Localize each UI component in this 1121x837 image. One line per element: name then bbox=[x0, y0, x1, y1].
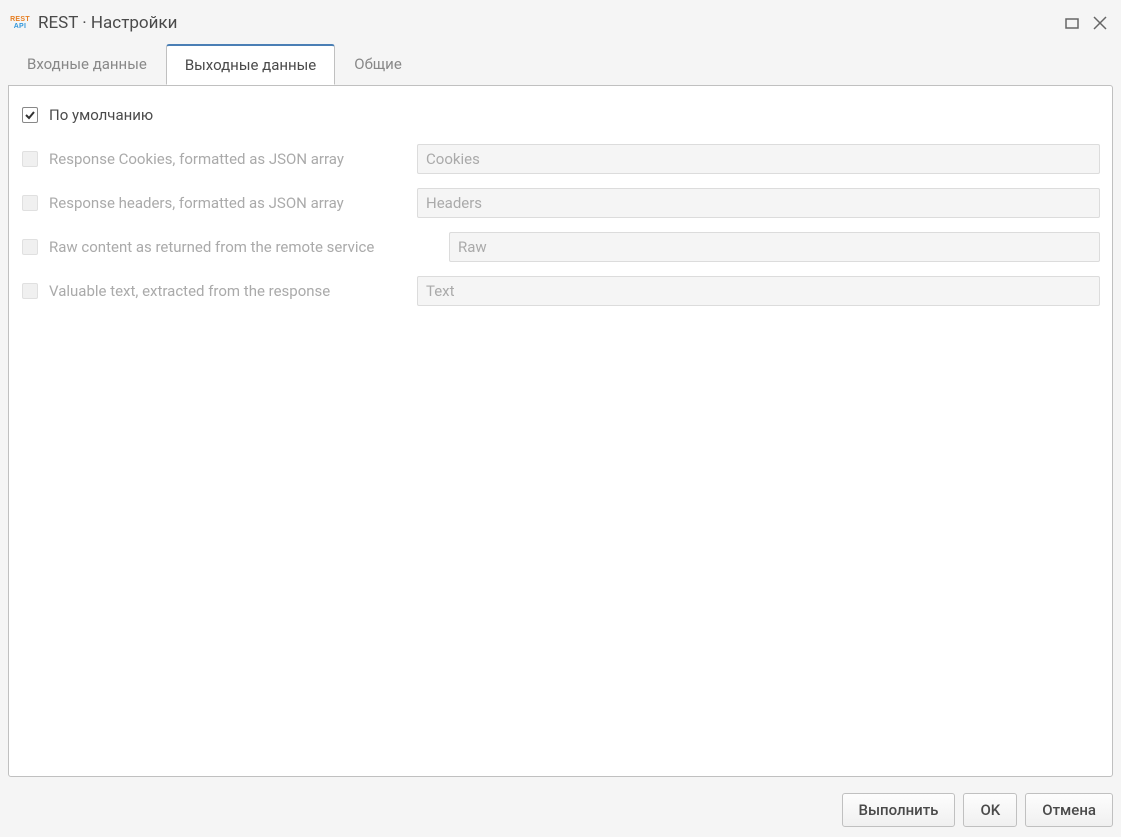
tab-general[interactable]: Общие bbox=[335, 44, 421, 85]
title-bar: REST API REST · Настройки bbox=[0, 0, 1121, 44]
ok-button[interactable]: OK bbox=[963, 793, 1017, 827]
close-icon[interactable] bbox=[1093, 16, 1107, 30]
default-checkbox[interactable] bbox=[22, 107, 38, 123]
rest-api-icon: REST API bbox=[10, 13, 30, 33]
tab-content: По умолчанию Response Cookies, formatted… bbox=[8, 85, 1113, 777]
text-checkbox[interactable] bbox=[22, 283, 38, 299]
text-label: Valuable text, extracted from the respon… bbox=[49, 282, 330, 300]
cancel-button[interactable]: Отмена bbox=[1025, 793, 1113, 827]
raw-row: Raw content as returned from the remote … bbox=[21, 232, 1100, 262]
window-title: REST · Настройки bbox=[38, 13, 1065, 33]
cookies-row: Response Cookies, formatted as JSON arra… bbox=[21, 144, 1100, 174]
dialog-window: REST API REST · Настройки Входные данные… bbox=[0, 0, 1121, 837]
dialog-buttons: Выполнить OK Отмена bbox=[0, 785, 1121, 837]
cookies-checkbox[interactable] bbox=[22, 151, 38, 167]
headers-checkbox[interactable] bbox=[22, 195, 38, 211]
raw-label: Raw content as returned from the remote … bbox=[49, 238, 374, 256]
raw-checkbox[interactable] bbox=[22, 239, 38, 255]
maximize-icon[interactable] bbox=[1065, 16, 1079, 30]
headers-label: Response headers, formatted as JSON arra… bbox=[49, 194, 344, 212]
raw-input[interactable] bbox=[449, 232, 1100, 262]
tabs: Входные данные Выходные данные Общие bbox=[0, 44, 1121, 86]
tab-input[interactable]: Входные данные bbox=[8, 44, 166, 85]
headers-row: Response headers, formatted as JSON arra… bbox=[21, 188, 1100, 218]
window-controls bbox=[1065, 16, 1107, 30]
default-label: По умолчанию bbox=[49, 106, 153, 124]
cookies-label: Response Cookies, formatted as JSON arra… bbox=[49, 150, 344, 168]
tab-output[interactable]: Выходные данные bbox=[166, 44, 335, 85]
execute-button[interactable]: Выполнить bbox=[842, 793, 956, 827]
default-row: По умолчанию bbox=[21, 100, 1100, 130]
text-input[interactable] bbox=[417, 276, 1100, 306]
headers-input[interactable] bbox=[417, 188, 1100, 218]
text-row: Valuable text, extracted from the respon… bbox=[21, 276, 1100, 306]
cookies-input[interactable] bbox=[417, 144, 1100, 174]
